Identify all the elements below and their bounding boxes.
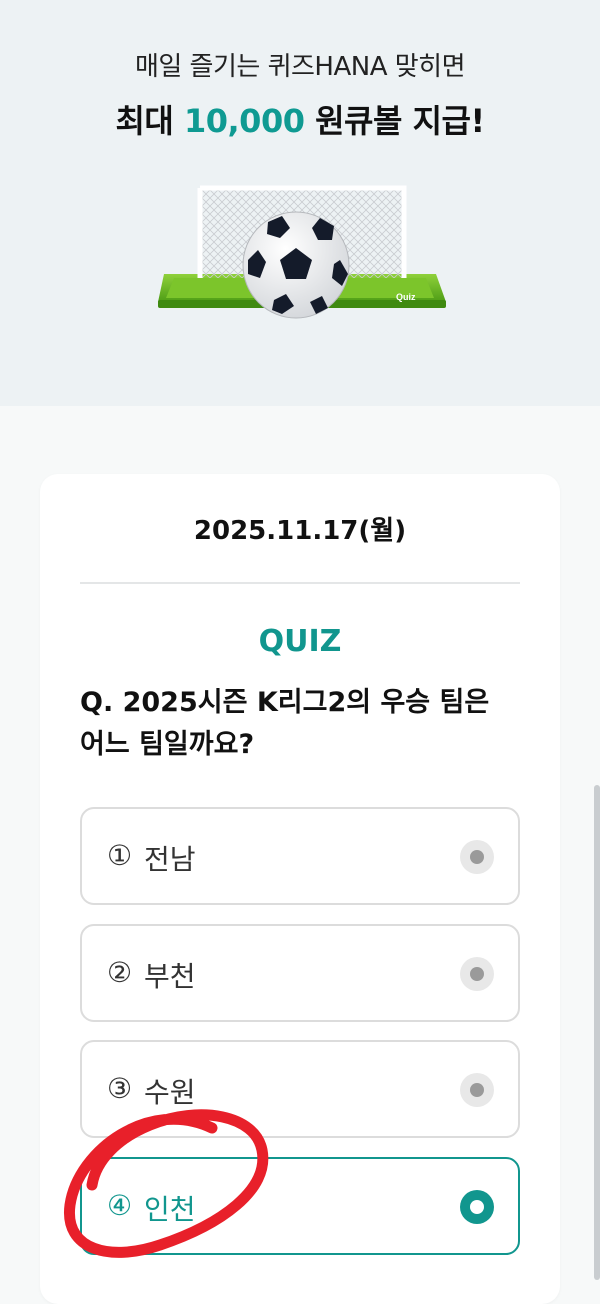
radio-button-icon[interactable] xyxy=(460,1190,494,1224)
quiz-question: Q. 2025시즌 K리그2의 우승 팀은 어느 팀일까요? xyxy=(80,687,490,760)
quiz-card: 2025.11.17(월) QUIZ Q. 2025시즌 K리그2의 우승 팀은… xyxy=(40,474,560,1304)
answer-option-4[interactable]: ④ 인천 xyxy=(80,1157,520,1255)
quiz-date: 2025.11.17(월) xyxy=(193,516,407,546)
answer-option-2[interactable]: ② 부천 xyxy=(80,924,520,1022)
hero-title-prefix: 최대 xyxy=(115,102,184,140)
quiz-label: QUIZ xyxy=(258,624,342,659)
hero-title-amount: 10,000 xyxy=(183,102,305,140)
radio-button-icon[interactable] xyxy=(460,840,494,874)
option-number: ② xyxy=(107,956,133,989)
option-label: 전남 xyxy=(144,843,196,876)
option-number: ④ xyxy=(107,1189,133,1222)
hero-subtitle: 매일 즐기는 퀴즈HANA 맞히면 xyxy=(134,52,466,82)
option-number: ③ xyxy=(107,1072,133,1105)
radio-button-icon[interactable] xyxy=(460,1073,494,1107)
illustration-badge: Quiz xyxy=(396,292,416,302)
radio-button-icon[interactable] xyxy=(460,957,494,991)
scrollbar[interactable] xyxy=(594,785,600,1280)
option-label: 인천 xyxy=(144,1193,196,1226)
option-label: 수원 xyxy=(144,1076,196,1109)
option-label: 부천 xyxy=(144,960,196,993)
option-number: ① xyxy=(107,839,133,872)
soccer-goal-ball-icon: Quiz xyxy=(158,185,446,319)
hero-banner: 매일 즐기는 퀴즈HANA 맞히면 최대 10,000 원큐볼 지급! Quiz xyxy=(0,0,600,406)
answer-option-3[interactable]: ③ 수원 xyxy=(80,1040,520,1138)
hero-title-suffix: 원큐볼 지급! xyxy=(304,102,485,140)
hero-title: 최대 10,000 원큐볼 지급! xyxy=(0,96,600,142)
divider xyxy=(80,582,520,584)
answer-option-1[interactable]: ① 전남 xyxy=(80,807,520,905)
